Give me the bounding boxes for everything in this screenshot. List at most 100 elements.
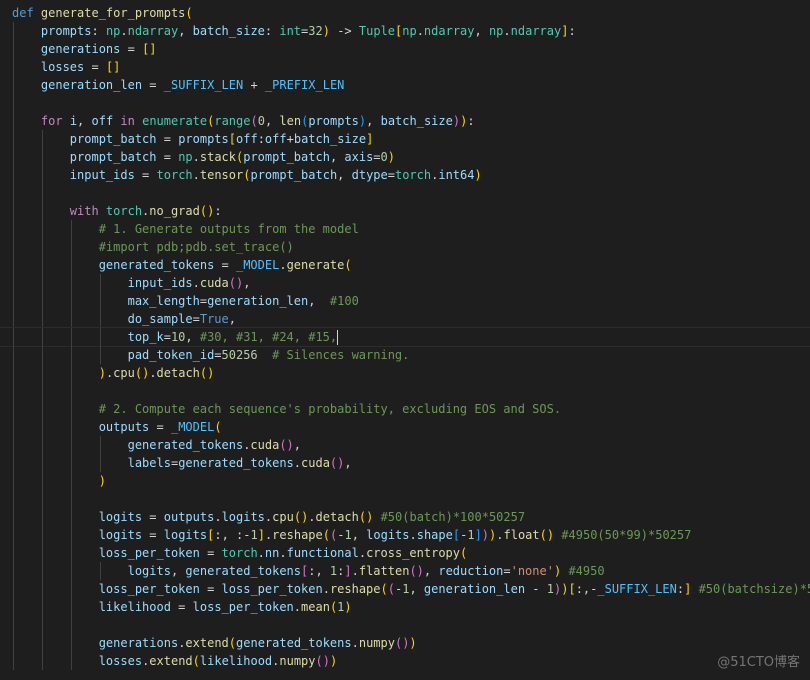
code-token: (: [460, 546, 468, 560]
code-token: int: [279, 24, 302, 38]
code-comment: # Silences warning.: [272, 348, 410, 362]
code-line[interactable]: with torch.no_grad():: [12, 202, 810, 220]
code-token: np: [178, 150, 193, 164]
code-line[interactable]: [12, 184, 810, 202]
code-token: labels: [127, 456, 171, 470]
code-line[interactable]: pad_token_id=50256 # Silences warning.: [12, 346, 810, 364]
code-token: ]: [257, 528, 265, 542]
code-token: with: [69, 204, 106, 218]
indent-guide: [41, 274, 43, 292]
indent-guide: [70, 382, 72, 400]
indent-guide: [41, 526, 43, 544]
code-line[interactable]: prompt_batch = prompts[off:off+batch_siz…: [12, 130, 810, 148]
indent-guide: [13, 22, 14, 40]
code-line[interactable]: ).cpu().detach(): [12, 364, 810, 382]
code-token: ,: [329, 150, 345, 164]
code-token: =: [170, 600, 193, 614]
code-line[interactable]: generations.extend(generated_tokens.nump…: [12, 634, 810, 652]
code-token: ->: [329, 24, 359, 38]
code-line[interactable]: loss_per_token = torch.nn.functional.cro…: [12, 544, 810, 562]
code-editor[interactable]: def generate_for_prompts( prompts: np.nd…: [0, 4, 810, 670]
indent-guide: [99, 292, 101, 310]
code-line[interactable]: # 2. Compute each sequence's probability…: [12, 400, 810, 418]
code-line[interactable]: likelihood = loss_per_token.mean(1): [12, 598, 810, 616]
code-token: likelihood: [199, 654, 273, 668]
code-token: ,: [423, 564, 439, 578]
code-line[interactable]: generations = []: [12, 40, 810, 58]
code-token: :: [257, 132, 265, 146]
code-line[interactable]: outputs = _MODEL(: [12, 418, 810, 436]
code-token: generated_tokens: [127, 438, 244, 452]
code-line[interactable]: prompts: np.ndarray, batch_size: int=32)…: [12, 22, 810, 40]
code-line[interactable]: # 1. Generate outputs from the model: [12, 220, 810, 238]
indent-guide: [41, 616, 43, 634]
indent-guide: [13, 472, 14, 490]
code-line[interactable]: logits, generated_tokens[:, 1:].flatten(…: [12, 562, 810, 580]
code-token: logits: [366, 528, 410, 542]
indent-guide: [41, 436, 43, 454]
code-token: reshape: [272, 528, 323, 542]
code-line[interactable]: prompt_batch = np.stack(prompt_batch, ax…: [12, 148, 810, 166]
code-line[interactable]: do_sample=True,: [12, 310, 810, 328]
code-line[interactable]: ): [12, 472, 810, 490]
indent-guide: [13, 202, 14, 220]
code-token: 32: [308, 24, 323, 38]
code-token: ,: [178, 24, 193, 38]
code-line[interactable]: logits = logits[:, :-1].reshape((-1, log…: [12, 526, 810, 544]
code-token: input_ids: [127, 276, 193, 290]
code-token: ,: [243, 276, 251, 290]
code-token: ,: [344, 456, 352, 470]
code-token: generate: [286, 258, 345, 272]
code-token: do_sample: [127, 312, 193, 326]
indent-guide: [70, 220, 72, 238]
code-line[interactable]: [12, 616, 810, 634]
indent-guide: [70, 346, 72, 364]
indent-guide: [13, 58, 14, 76]
indent-guide: [13, 166, 14, 184]
indent-guide: [70, 544, 72, 562]
code-line[interactable]: [12, 94, 810, 112]
code-token: ndarray: [127, 24, 179, 38]
code-token: _SUFFIX_LEN: [597, 582, 677, 596]
indent-guide: [13, 652, 14, 670]
indent-guide: [13, 94, 14, 112]
code-token: ): [322, 24, 330, 38]
code-line[interactable]: [12, 490, 810, 508]
code-line[interactable]: labels=generated_tokens.cuda(),: [12, 454, 810, 472]
indent-guide: [99, 274, 101, 292]
code-token: (): [358, 510, 374, 524]
indent-guide: [41, 490, 43, 508]
code-line[interactable]: generated_tokens.cuda(),: [12, 436, 810, 454]
code-line[interactable]: loss_per_token = loss_per_token.reshape(…: [12, 580, 810, 598]
code-line[interactable]: logits = outputs.logits.cpu().detach() #…: [12, 508, 810, 526]
code-line[interactable]: [12, 382, 810, 400]
code-line[interactable]: def generate_for_prompts(: [12, 4, 810, 22]
code-token: outputs: [163, 510, 215, 524]
code-line[interactable]: generation_len = _SUFFIX_LEN + _PREFIX_L…: [12, 76, 810, 94]
indent-guide: [70, 292, 72, 310]
code-token: generated_tokens: [178, 456, 294, 470]
code-token: torch: [394, 168, 432, 182]
code-line[interactable]: max_length=generation_len, #100: [12, 292, 810, 310]
code-line[interactable]: for i, off in enumerate(range(0, len(pro…: [12, 112, 810, 130]
code-token: .: [351, 564, 359, 578]
code-line[interactable]: input_ids = torch.tensor(prompt_batch, d…: [12, 166, 810, 184]
indent-guide: [99, 454, 101, 472]
code-token: =: [503, 564, 511, 578]
code-line[interactable]: losses = []: [12, 58, 810, 76]
code-token: 0: [257, 114, 265, 128]
code-token: 1: [467, 528, 475, 542]
code-line[interactable]: #import pdb;pdb.set_trace(): [12, 238, 810, 256]
code-token: enumerate: [142, 114, 208, 128]
code-token: off: [264, 132, 287, 146]
code-line[interactable]: generated_tokens = _MODEL.generate(: [12, 256, 810, 274]
code-line[interactable]: losses.extend(likelihood.numpy()): [12, 652, 810, 670]
code-line[interactable]: input_ids.cuda(),: [12, 274, 810, 292]
indent-guide: [13, 544, 14, 562]
indent-guide: [41, 364, 43, 382]
code-token: generation_len: [207, 294, 309, 308]
code-line[interactable]: top_k=10, #30, #31, #24, #15,: [0, 327, 810, 347]
code-token: .: [496, 528, 504, 542]
